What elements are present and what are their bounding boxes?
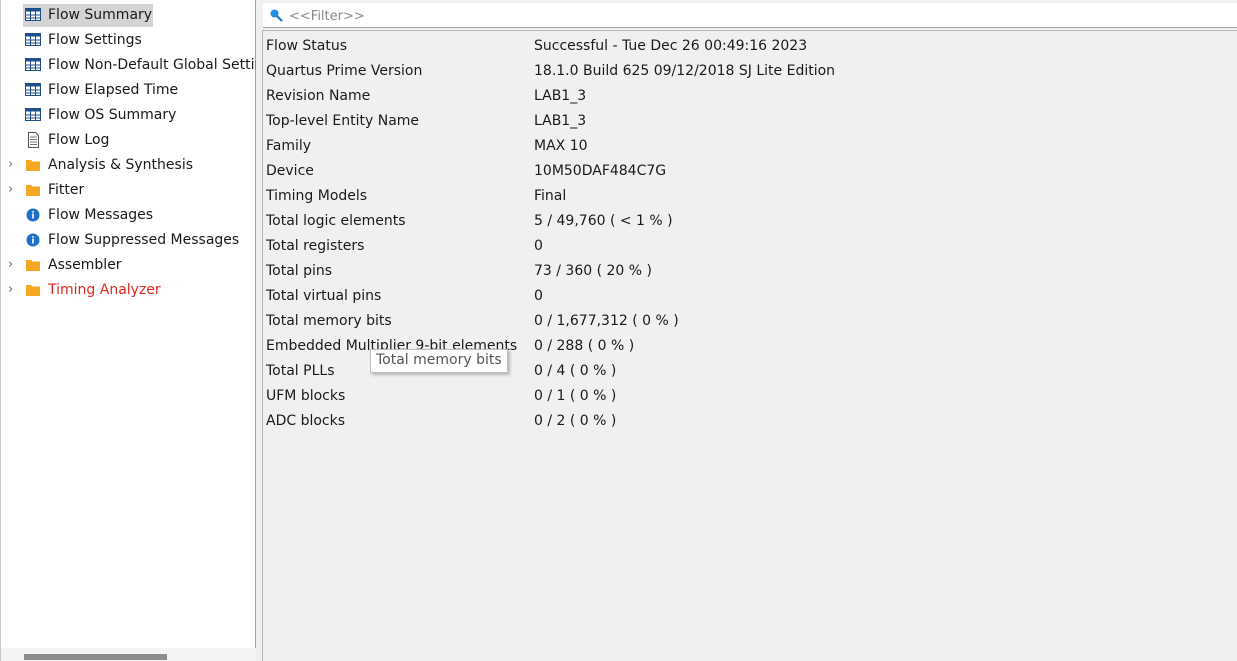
table-icon: [25, 7, 42, 23]
tree-item-label: Flow Non-Default Global Settings: [48, 57, 257, 73]
chevron-right-icon[interactable]: ›: [8, 158, 18, 172]
tree-item-label: Analysis & Synthesis: [48, 157, 193, 173]
row-key: Total logic elements: [266, 213, 406, 229]
tree-item-label: Assembler: [48, 257, 122, 273]
table-icon: [25, 57, 42, 73]
row-key: ADC blocks: [266, 413, 346, 429]
tree-item-flow-log[interactable]: Flow Log: [1, 128, 257, 152]
table-row[interactable]: Family MAX 10: [263, 134, 1237, 159]
row-key: Total registers: [266, 238, 365, 254]
row-key: Quartus Prime Version: [266, 63, 423, 79]
document-icon: [25, 132, 42, 148]
row-key: Total virtual pins: [266, 288, 382, 304]
row-value: 0 / 1 ( 0 % ): [534, 388, 617, 404]
tree-item-flow-os-summary[interactable]: Flow OS Summary: [1, 103, 257, 127]
row-key: Total pins: [266, 263, 333, 279]
filter-input[interactable]: [287, 5, 891, 27]
table-row[interactable]: UFM blocks 0 / 1 ( 0 % ): [263, 384, 1237, 409]
row-value: 0: [534, 238, 543, 254]
tree-item-label: Flow Settings: [48, 32, 142, 48]
tree-item-label: Flow Elapsed Time: [48, 82, 179, 98]
table-row[interactable]: Total virtual pins 0: [263, 284, 1237, 309]
chevron-right-icon[interactable]: ›: [8, 183, 18, 197]
row-key: Total PLLs: [266, 363, 335, 379]
row-key: Revision Name: [266, 88, 371, 104]
tree-item-flow-settings[interactable]: Flow Settings: [1, 28, 257, 52]
tree-item-label: Flow Log: [48, 132, 110, 148]
table-row[interactable]: Total registers 0: [263, 234, 1237, 259]
chevron-right-icon[interactable]: ›: [8, 258, 18, 272]
row-key: Timing Models: [266, 188, 368, 204]
tree-item-flow-elapsed-time[interactable]: Flow Elapsed Time: [1, 78, 257, 102]
tree-item-flow-messages[interactable]: Flow Messages: [1, 203, 257, 227]
info-icon: [25, 232, 42, 248]
row-value: Successful - Tue Dec 26 00:49:16 2023: [534, 38, 808, 54]
table-row[interactable]: Flow Status Successful - Tue Dec 26 00:4…: [263, 34, 1237, 59]
scrollbar-thumb[interactable]: [24, 654, 167, 660]
tree-item-assembler[interactable]: › Assembler: [1, 253, 257, 277]
row-value: Final: [534, 188, 567, 204]
row-value: 0 / 2 ( 0 % ): [534, 413, 617, 429]
table-row[interactable]: Total pins 73 / 360 ( 20 % ): [263, 259, 1237, 284]
tree-item-flow-suppressed-messages[interactable]: Flow Suppressed Messages: [1, 228, 257, 252]
tree-item-label: Flow OS Summary: [48, 107, 177, 123]
tree-item-timing-analyzer[interactable]: › Timing Analyzer: [1, 278, 257, 302]
chevron-right-icon[interactable]: ›: [8, 283, 18, 297]
row-value: 0 / 288 ( 0 % ): [534, 338, 635, 354]
report-tree-panel: Flow Summary Flow Settings Flow Non-Defa…: [0, 0, 257, 661]
table-icon: [25, 82, 42, 98]
folder-icon: [25, 157, 42, 173]
tree-item-analysis-synthesis[interactable]: › Analysis & Synthesis: [1, 153, 257, 177]
tree-item-label: Fitter: [48, 182, 85, 198]
row-key: UFM blocks: [266, 388, 346, 404]
row-value: 0 / 1,677,312 ( 0 % ): [534, 313, 679, 329]
row-key: Device: [266, 163, 314, 179]
table-row[interactable]: ADC blocks 0 / 2 ( 0 % ): [263, 409, 1237, 434]
table-icon: [25, 32, 42, 48]
tree-item-fitter[interactable]: › Fitter: [1, 178, 257, 202]
tree-item-label: Flow Messages: [48, 207, 154, 223]
folder-icon: [25, 257, 42, 273]
table-row[interactable]: Timing Models Final: [263, 184, 1237, 209]
tree-item-label: Flow Suppressed Messages: [48, 232, 240, 248]
row-key: Family: [266, 138, 312, 154]
row-value: LAB1_3: [534, 88, 587, 104]
tree-item-flow-non-default-global-settings[interactable]: Flow Non-Default Global Settings: [1, 53, 257, 77]
row-value: 10M50DAF484C7G: [534, 163, 667, 179]
table-row[interactable]: Top-level Entity Name LAB1_3: [263, 109, 1237, 134]
row-value: 5 / 49,760 ( < 1 % ): [534, 213, 673, 229]
row-key: Flow Status: [266, 38, 348, 54]
folder-icon: [25, 182, 42, 198]
folder-icon: [25, 282, 42, 298]
row-value: 0 / 4 ( 0 % ): [534, 363, 617, 379]
horizontal-scrollbar[interactable]: [1, 648, 257, 661]
row-value: 18.1.0 Build 625 09/12/2018 SJ Lite Edit…: [534, 63, 836, 79]
table-row[interactable]: Revision Name LAB1_3: [263, 84, 1237, 109]
filter-bar: [263, 3, 1237, 28]
row-value: LAB1_3: [534, 113, 587, 129]
info-icon: [25, 207, 42, 223]
table-icon: [25, 107, 42, 123]
table-row[interactable]: Quartus Prime Version 18.1.0 Build 625 0…: [263, 59, 1237, 84]
tooltip: Total memory bits: [370, 349, 508, 373]
table-row[interactable]: Device 10M50DAF484C7G: [263, 159, 1237, 184]
row-value: 73 / 360 ( 20 % ): [534, 263, 652, 279]
row-key: Top-level Entity Name: [266, 113, 420, 129]
flow-summary-table: Flow Status Successful - Tue Dec 26 00:4…: [262, 30, 1237, 661]
row-key: Total memory bits: [266, 313, 392, 329]
row-value: 0: [534, 288, 543, 304]
row-value: MAX 10: [534, 138, 588, 154]
table-row[interactable]: Total logic elements 5 / 49,760 ( < 1 % …: [263, 209, 1237, 234]
search-icon: [269, 8, 283, 22]
tree-item-label: Flow Summary: [48, 7, 153, 23]
table-row[interactable]: Total memory bits 0 / 1,677,312 ( 0 % ): [263, 309, 1237, 334]
tree-item-label: Timing Analyzer: [48, 282, 161, 298]
tree-item-flow-summary[interactable]: Flow Summary: [1, 3, 257, 27]
